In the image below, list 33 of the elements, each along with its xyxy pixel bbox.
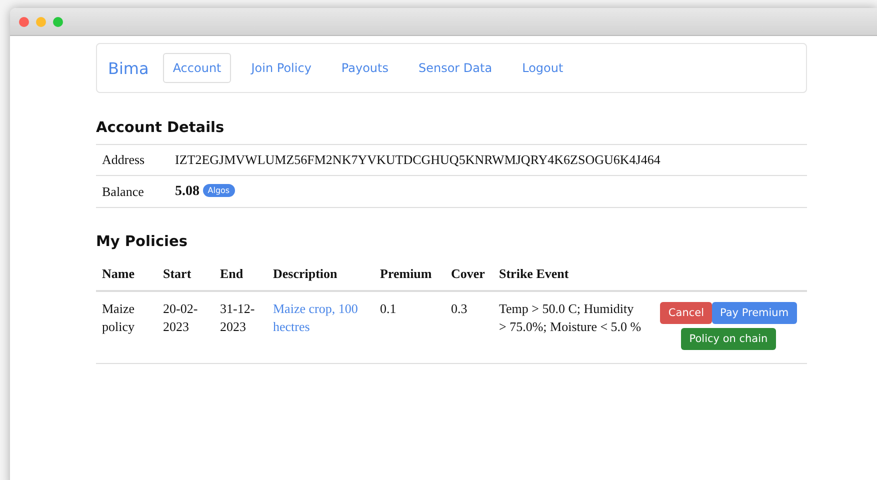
table-cell: 31-12-2023	[214, 291, 267, 364]
table-cell: 0.1	[374, 291, 445, 364]
brand-link[interactable]: Bima	[108, 58, 149, 78]
description-link[interactable]: Maize crop, 100 hectres	[273, 300, 368, 336]
column-header: Strike Event	[493, 258, 650, 291]
action-button[interactable]: Cancel	[660, 302, 712, 324]
nav-link[interactable]: Payouts	[331, 53, 398, 83]
column-header: Name	[96, 258, 157, 291]
nav-link[interactable]: Account	[162, 53, 232, 83]
column-header: End	[214, 258, 267, 291]
action-button[interactable]: Policy on chain	[681, 328, 776, 350]
close-icon[interactable]	[19, 16, 29, 26]
table-cell: IZT2EGJMVWLUMZ56FM2NK7YVKUTDCGHUQ5KNRWMJQRY4K6ZSOGU6K4J464	[169, 144, 807, 176]
column-header: Premium	[374, 258, 445, 291]
nav-link[interactable]: Logout	[512, 53, 574, 83]
minimize-icon[interactable]	[36, 16, 46, 26]
table-cell: Address	[96, 144, 169, 176]
table-cell: Maize policy	[96, 291, 157, 364]
column-header: Start	[157, 258, 214, 291]
table-cell: Temp > 50.0 C; Humidity > 75.0%; Moisture < 5.0 %	[493, 291, 650, 364]
currency-badge: Algos	[202, 184, 235, 197]
section-heading: My Policies	[96, 234, 188, 250]
table-cell: 20-02-2023	[157, 291, 214, 364]
action-button[interactable]: Pay Premium	[712, 302, 797, 324]
balance-value: 5.08	[175, 184, 200, 199]
section-heading: Account Details	[96, 120, 226, 136]
table-cell: 0.3	[445, 291, 493, 364]
table-cell: Balance	[96, 176, 169, 208]
nav-link[interactable]: Sensor Data	[408, 53, 502, 83]
column-header: Description	[267, 258, 374, 291]
column-header: Cover	[445, 258, 493, 291]
nav-link[interactable]: Join Policy	[241, 53, 322, 83]
maximize-icon[interactable]	[53, 16, 63, 26]
